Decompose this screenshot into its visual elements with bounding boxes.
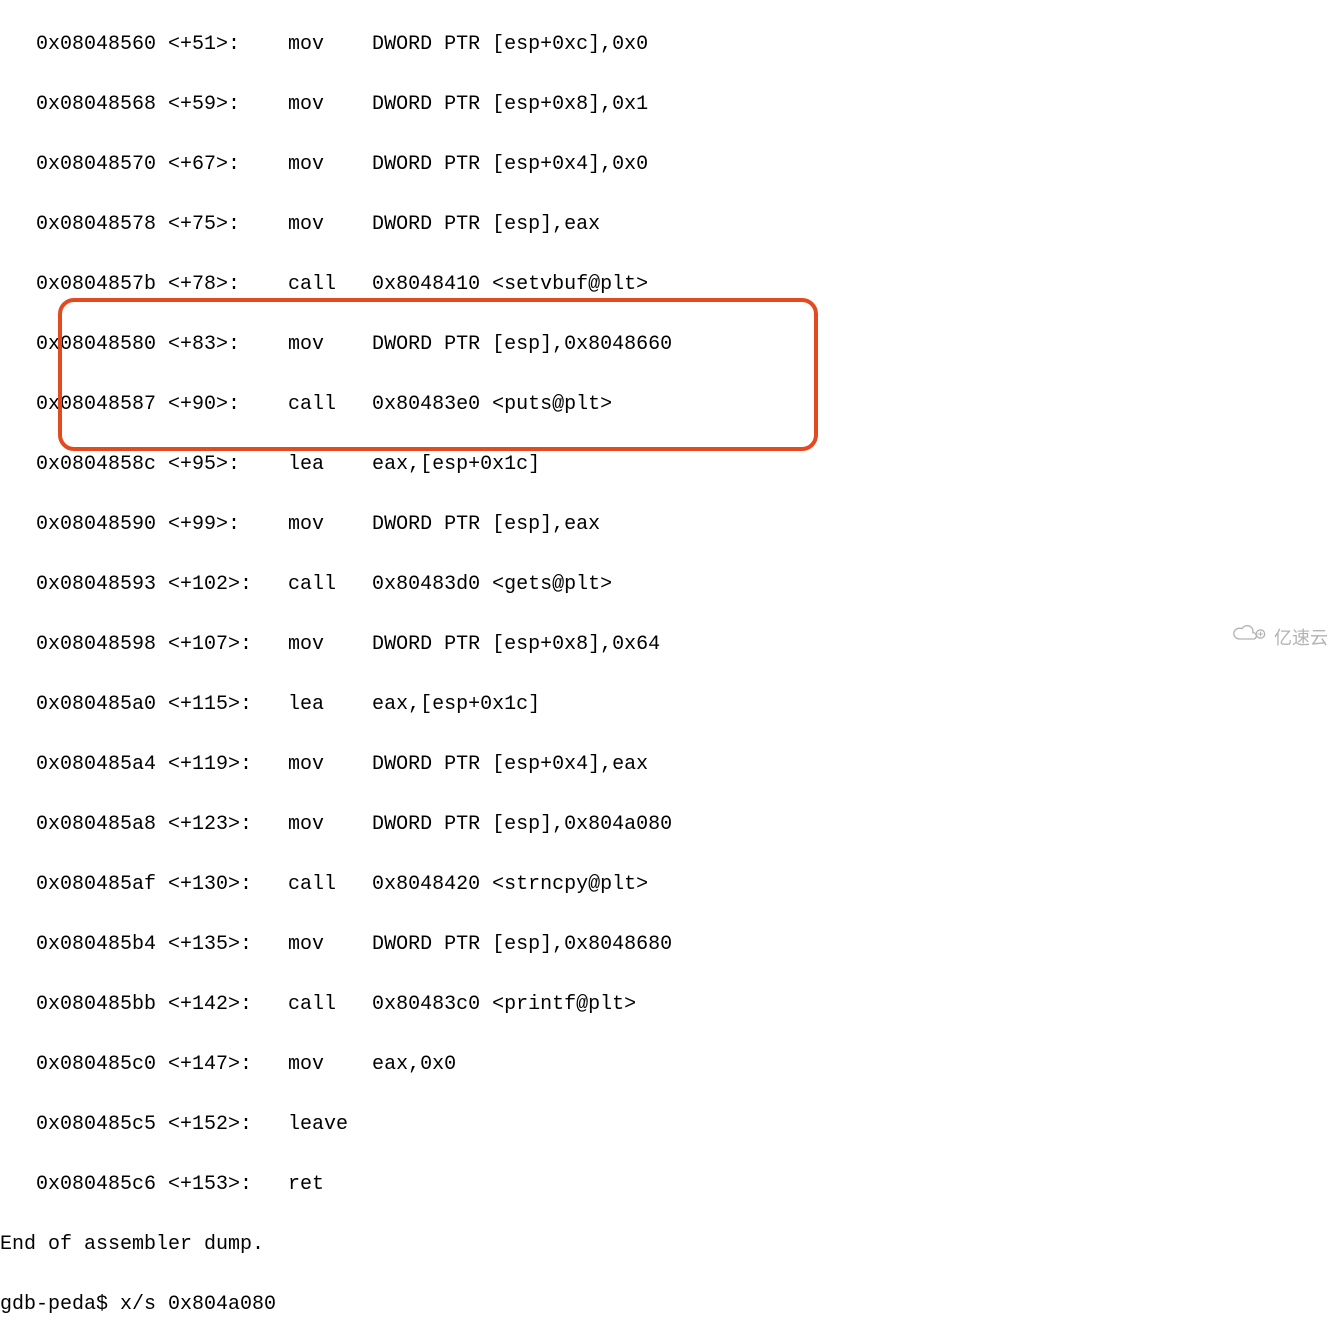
asm-line: 0x080485a8 <+123>: mov DWORD PTR [esp],0… [0,810,1340,840]
asm-line: 0x08048590 <+99>: mov DWORD PTR [esp],ea… [0,510,1340,540]
asm-line: 0x08048598 <+107>: mov DWORD PTR [esp+0x… [0,630,1340,660]
asm-line: 0x080485c6 <+153>: ret [0,1170,1340,1200]
asm-line: 0x08048560 <+51>: mov DWORD PTR [esp+0xc… [0,30,1340,60]
asm-line: 0x080485c5 <+152>: leave [0,1110,1340,1140]
asm-line: 0x08048578 <+75>: mov DWORD PTR [esp],ea… [0,210,1340,240]
asm-line: 0x08048568 <+59>: mov DWORD PTR [esp+0x8… [0,90,1340,120]
gdb-prompt[interactable]: gdb-peda$ x/s 0x804a080 [0,1290,1340,1320]
asm-line: 0x080485af <+130>: call 0x8048420 <strnc… [0,870,1340,900]
end-of-dump: End of assembler dump. [0,1230,1340,1260]
terminal-output: 0x08048560 <+51>: mov DWORD PTR [esp+0xc… [0,0,1340,1344]
asm-line: 0x0804858c <+95>: lea eax,[esp+0x1c] [0,450,1340,480]
cloud-icon [1228,624,1268,652]
asm-line: 0x08048593 <+102>: call 0x80483d0 <gets@… [0,570,1340,600]
watermark: 亿速云 [1228,624,1328,652]
asm-line: 0x080485c0 <+147>: mov eax,0x0 [0,1050,1340,1080]
asm-line: 0x08048580 <+83>: mov DWORD PTR [esp],0x… [0,330,1340,360]
asm-line: 0x080485a0 <+115>: lea eax,[esp+0x1c] [0,690,1340,720]
asm-line: 0x08048587 <+90>: call 0x80483e0 <puts@p… [0,390,1340,420]
asm-line: 0x080485a4 <+119>: mov DWORD PTR [esp+0x… [0,750,1340,780]
watermark-text: 亿速云 [1274,625,1328,652]
asm-line: 0x080485b4 <+135>: mov DWORD PTR [esp],0… [0,930,1340,960]
asm-line: 0x08048570 <+67>: mov DWORD PTR [esp+0x4… [0,150,1340,180]
asm-line: 0x0804857b <+78>: call 0x8048410 <setvbu… [0,270,1340,300]
asm-line: 0x080485bb <+142>: call 0x80483c0 <print… [0,990,1340,1020]
